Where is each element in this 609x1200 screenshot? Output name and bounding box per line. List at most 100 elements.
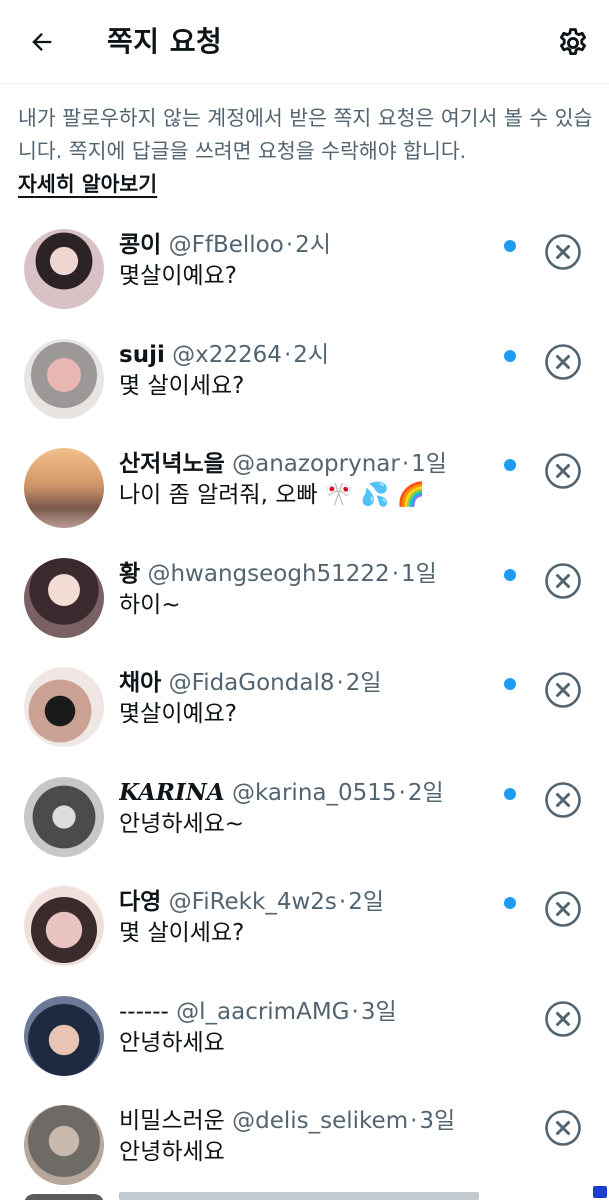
message-preview: 안녕하세요	[119, 1139, 225, 1165]
avatar[interactable]	[24, 229, 104, 309]
message-preview: 몇살이예요?	[119, 263, 238, 289]
separator-dot: ·	[338, 889, 347, 915]
unread-dot-icon	[504, 787, 516, 800]
sender-name: 콩이	[119, 232, 162, 258]
message-preview: 나이 좀 알려줘, 오빠 🎌 💦 🌈	[119, 482, 426, 508]
separator-dot: ·	[285, 232, 294, 258]
sender-handle: @delis_selikem	[232, 1108, 409, 1134]
message-preview: 안녕하세요~	[119, 810, 245, 837]
sender-handle: @l_aacrimAMG	[176, 998, 350, 1025]
list-item[interactable]: 산저녁노을 @anazoprynar·1일 나이 좀 알려줘, 오빠 🎌 💦 🌈	[0, 425, 609, 535]
dismiss-button[interactable]	[543, 561, 583, 601]
timestamp: 2시	[293, 341, 330, 368]
message-preview: 몇 살이세요?	[119, 920, 245, 946]
top-app-bar: 쪽지 요청	[0, 0, 609, 84]
avatar[interactable]	[24, 776, 104, 857]
dismiss-button[interactable]	[543, 670, 583, 710]
unread-dot-icon	[504, 459, 516, 471]
separator-dot: ·	[401, 451, 410, 477]
unread-dot-icon	[504, 240, 516, 252]
dismiss-button[interactable]	[543, 451, 583, 491]
close-circle-icon	[545, 453, 581, 489]
truncated-text	[119, 1192, 479, 1200]
message-preview: 몇 살이세요?	[119, 372, 245, 399]
sender-name: 산저녁노을	[119, 451, 225, 477]
separator-dot: ·	[391, 560, 400, 587]
info-text-block: 내가 팔로우하지 않는 계정에서 받은 쪽지 요청은 여기서 볼 수 있습니다.…	[18, 102, 593, 201]
sender-name: KARINA	[119, 778, 225, 806]
sender-line: 콩이 @FfBelloo·2시	[119, 228, 499, 262]
sender-line: suji @x22264·2시	[119, 338, 499, 372]
dismiss-button[interactable]	[543, 342, 583, 382]
avatar[interactable]	[24, 1105, 104, 1185]
avatar[interactable]	[24, 667, 104, 747]
message-preview: 하이~	[119, 591, 181, 618]
avatar[interactable]	[24, 995, 104, 1076]
timestamp: 3일	[360, 998, 397, 1025]
sender-handle: @hwangseogh51222	[147, 560, 390, 587]
timestamp: 1일	[401, 560, 437, 587]
sender-line: 채아 @FidaGondal8·2일	[119, 666, 499, 700]
sender-handle: @FfBelloo	[168, 232, 284, 258]
unread-dot-icon	[504, 568, 516, 581]
sender-name: 황	[119, 560, 141, 587]
message-preview: 몇살이예요?	[119, 701, 238, 727]
close-circle-icon	[545, 343, 581, 380]
sender-handle: @FidaGondal8	[168, 670, 335, 696]
dismiss-button[interactable]	[543, 999, 583, 1039]
dismiss-button[interactable]	[543, 889, 583, 929]
timestamp: 3일	[419, 1108, 456, 1134]
list-item[interactable]: 다영 @FiRekk_4w2s·2일 몇 살이세요?	[0, 863, 609, 973]
close-circle-icon	[545, 672, 581, 708]
timestamp: 2일	[345, 670, 382, 696]
learn-more-link[interactable]: 자세히 알아보기	[18, 168, 157, 201]
gear-icon	[559, 28, 587, 56]
arrow-left-icon	[32, 33, 52, 51]
avatar[interactable]	[24, 557, 104, 638]
separator-dot: ·	[351, 998, 359, 1025]
sender-handle: @x22264	[172, 341, 282, 368]
dismiss-button[interactable]	[543, 232, 583, 272]
close-circle-icon	[545, 781, 581, 818]
message-preview: 안녕하세요	[119, 1029, 225, 1056]
close-circle-icon	[545, 234, 581, 270]
avatar[interactable]	[24, 448, 104, 528]
settings-button[interactable]	[552, 22, 594, 64]
list-item[interactable]: 채아 @FidaGondal8·2일 몇살이예요?	[0, 644, 609, 754]
list-item[interactable]: ------ @l_aacrimAMG·3일 안녕하세요	[0, 973, 609, 1083]
separator-dot: ·	[410, 1108, 418, 1134]
close-circle-icon	[545, 1110, 581, 1146]
sender-line: 황 @hwangseogh51222·1일	[119, 557, 499, 591]
list-item[interactable]: KARINA @karina_0515·2일 안녕하세요~	[0, 754, 609, 864]
partial-list-item	[0, 1190, 609, 1200]
sender-name: 채아	[119, 670, 162, 696]
list-item[interactable]: 비밀스러운 @delis_selikem·3일 안녕하세요	[0, 1082, 609, 1192]
dismiss-button[interactable]	[543, 1108, 583, 1148]
list-item[interactable]: 콩이 @FfBelloo·2시 몇살이예요?	[0, 206, 609, 316]
timestamp: 1일	[411, 451, 447, 477]
list-item[interactable]: 황 @hwangseogh51222·1일 하이~	[0, 535, 609, 645]
list-item[interactable]: suji @x22264·2시 몇 살이세요?	[0, 316, 609, 426]
timestamp: 2일	[407, 779, 444, 806]
close-circle-icon	[545, 1000, 581, 1037]
timestamp: 2시	[295, 232, 331, 258]
unread-dot-icon	[504, 349, 516, 362]
sender-line: 다영 @FiRekk_4w2s·2일	[119, 885, 499, 919]
sender-name: 비밀스러운	[119, 1108, 225, 1134]
sender-line: 비밀스러운 @delis_selikem·3일	[119, 1104, 499, 1138]
sender-name: 다영	[119, 889, 162, 915]
sender-handle: @anazoprynar	[232, 451, 400, 477]
dismiss-button[interactable]	[543, 780, 583, 820]
avatar	[24, 1194, 104, 1200]
separator-dot: ·	[283, 341, 292, 368]
timestamp: 2일	[348, 889, 384, 915]
close-circle-icon	[545, 562, 581, 599]
back-button[interactable]	[22, 22, 62, 62]
avatar[interactable]	[24, 338, 104, 419]
corner-badge-icon	[593, 1186, 607, 1198]
sender-name: ------	[119, 998, 169, 1025]
avatar[interactable]	[24, 886, 104, 966]
sender-line: KARINA @karina_0515·2일	[119, 776, 499, 810]
close-circle-icon	[545, 891, 581, 927]
message-request-list: 콩이 @FfBelloo·2시 몇살이예요? suji @x22264·2시 몇…	[0, 206, 609, 1192]
